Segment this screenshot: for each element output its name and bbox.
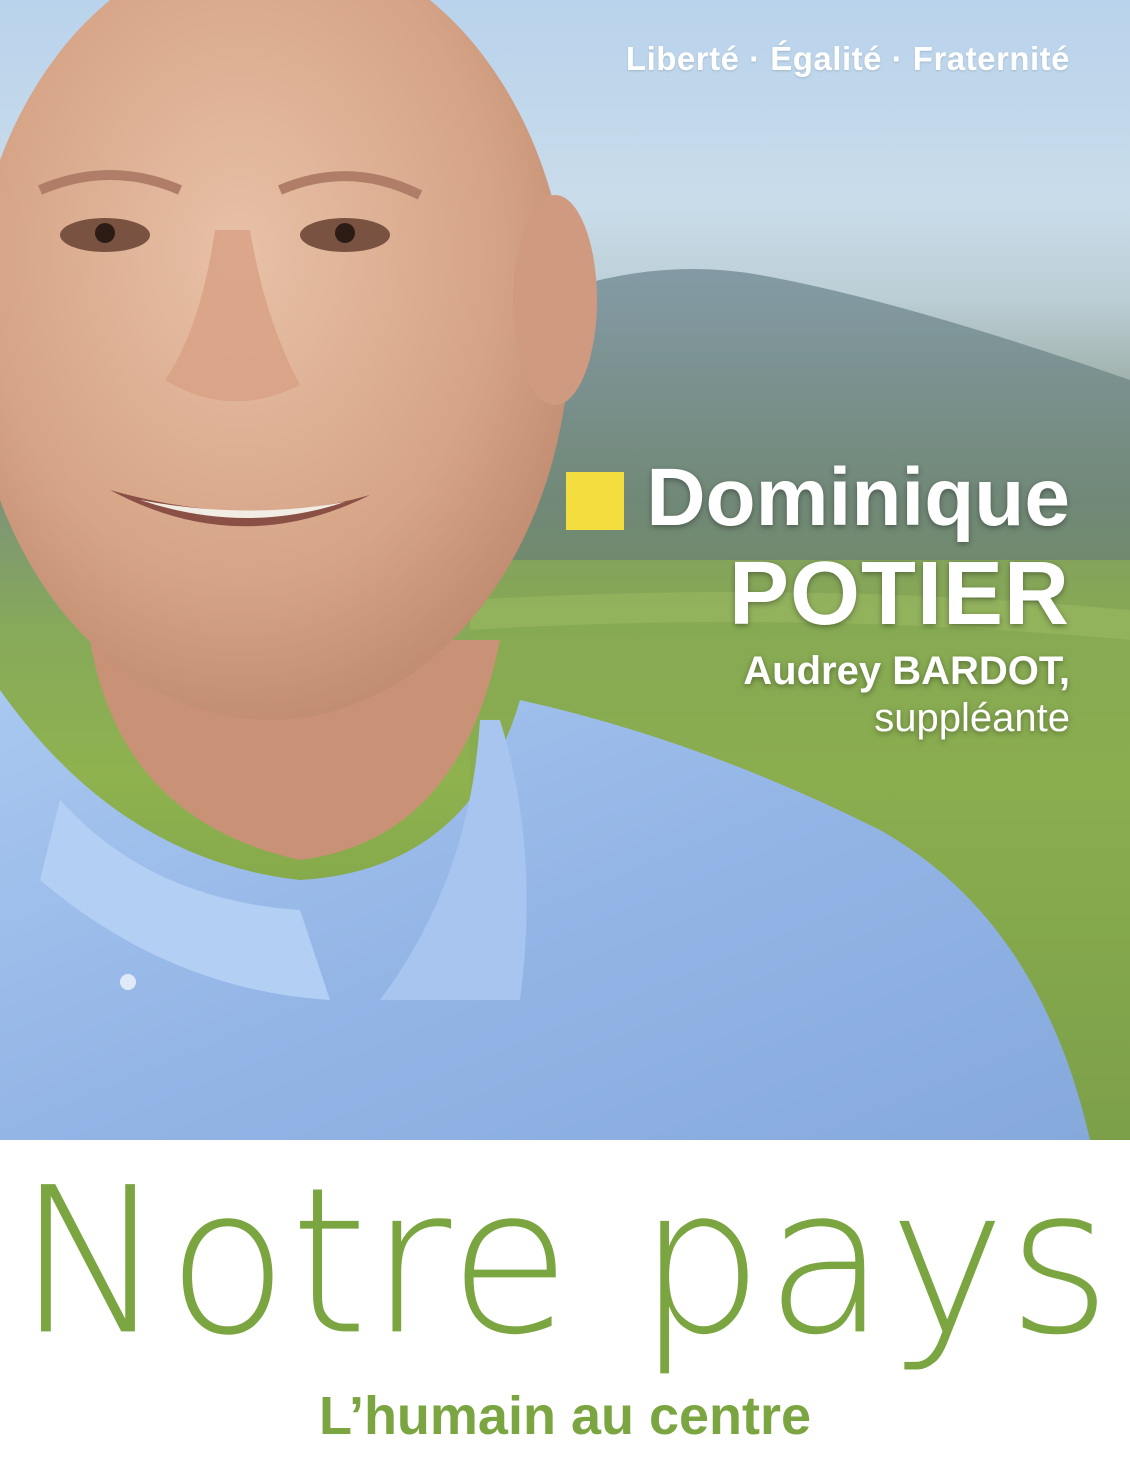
substitute-name: Audrey BARDOT, (743, 649, 1070, 693)
first-name-line: Dominique (566, 452, 1070, 544)
motto: Liberté · Égalité · Fraternité (625, 40, 1070, 77)
yellow-square-icon (566, 472, 625, 530)
candidate-first-name: Dominique (646, 452, 1070, 543)
slogan-title: Notre pays (16, 1143, 1114, 1380)
candidate-last-name: POTIER (728, 544, 1070, 644)
candidate-name-block: Dominique POTIER Audrey BARDOT, suppléan… (566, 452, 1070, 740)
slogan-subtitle: L’humain au centre (318, 1386, 812, 1446)
substitute-role: suppléante (874, 696, 1070, 740)
